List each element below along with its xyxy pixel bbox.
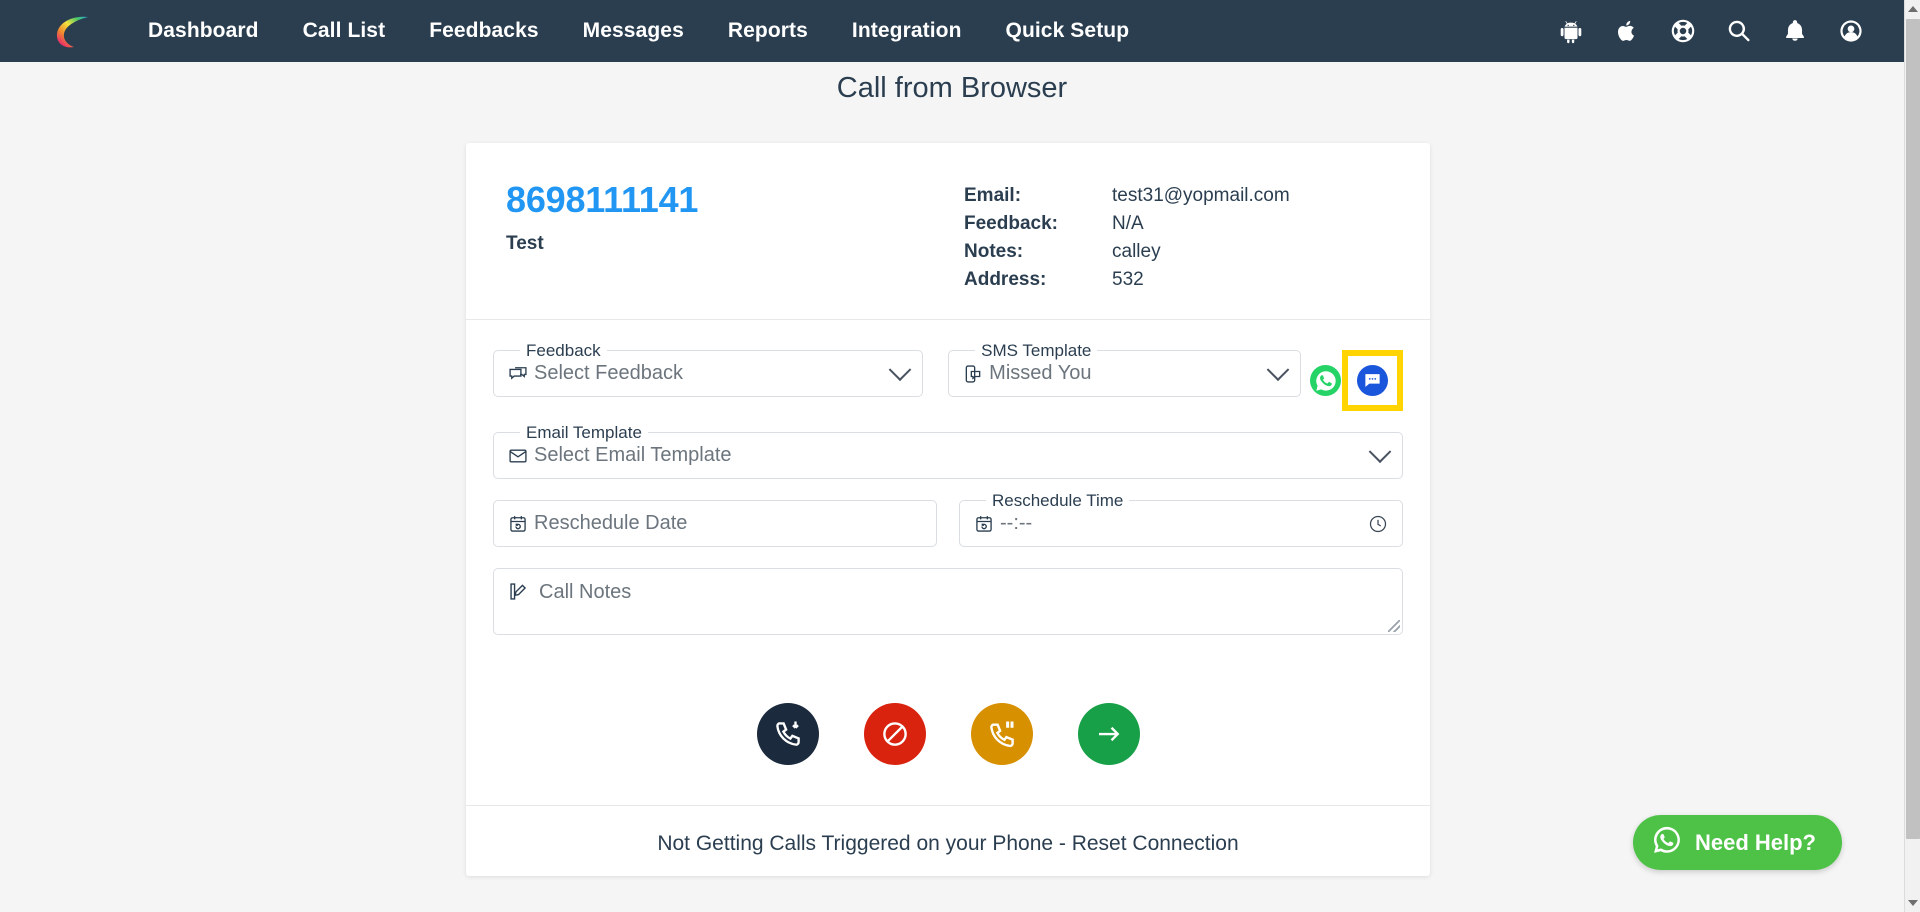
contact-details: Email: test31@yopmail.com Feedback: N/A …: [964, 179, 1290, 297]
callback-button[interactable]: [756, 703, 819, 765]
email-template-legend: Email Template: [520, 423, 648, 443]
form-row-4: Call Notes: [493, 568, 1403, 635]
calendar-refresh-icon: [508, 514, 528, 534]
chevron-down-icon[interactable]: [1266, 357, 1290, 381]
app-root: Dashboard Call List Feedbacks Messages R…: [0, 0, 1920, 912]
clock-icon[interactable]: [1368, 514, 1388, 534]
detail-row-email: Email: test31@yopmail.com: [964, 185, 1290, 207]
nav-icon-group: [1558, 18, 1904, 44]
detail-row-address: Address: 532: [964, 269, 1290, 291]
detail-label-notes: Notes:: [964, 241, 1024, 262]
detail-label-address: Address:: [964, 269, 1047, 290]
nav-link-integration[interactable]: Integration: [830, 19, 984, 43]
nav-link-dashboard[interactable]: Dashboard: [126, 19, 281, 43]
reject-call-button[interactable]: [863, 703, 926, 765]
nav-link-call-list[interactable]: Call List: [281, 19, 408, 43]
contact-header: 8698111141 Test Email: test31@yopmail.co…: [466, 143, 1430, 320]
call-action-buttons: [466, 667, 1430, 805]
contact-name: Test: [506, 233, 544, 255]
email-template-select[interactable]: Email Template Select Email Template: [493, 423, 1403, 479]
form-row-2: Email Template Select Email Template: [493, 423, 1403, 479]
detail-value-address: 532: [1112, 269, 1144, 290]
bell-notification-icon[interactable]: [1782, 18, 1808, 44]
detail-row-feedback: Feedback: N/A: [964, 213, 1290, 235]
scroll-up-arrow-icon[interactable]: [1905, 0, 1920, 18]
hold-call-button[interactable]: [970, 703, 1033, 765]
feedback-value: Select Feedback: [534, 362, 683, 384]
contact-primary: 8698111141 Test: [506, 179, 964, 297]
search-icon[interactable]: [1726, 18, 1752, 44]
feedback-comment-icon: [508, 364, 528, 384]
scrollbar-thumb[interactable]: [1906, 19, 1920, 839]
whatsapp-icon: [1651, 824, 1683, 861]
sms-template-value: Missed You: [989, 362, 1092, 384]
detail-label-feedback: Feedback:: [964, 213, 1058, 234]
sms-send-highlight: [1342, 350, 1403, 411]
calendar-refresh-icon: [974, 514, 994, 534]
nav-link-messages[interactable]: Messages: [561, 19, 706, 43]
detail-label-email: Email:: [964, 185, 1022, 206]
feedback-select[interactable]: Feedback Select Feedback: [493, 341, 924, 397]
reschedule-time-legend: Reschedule Time: [986, 491, 1130, 511]
user-account-icon[interactable]: [1838, 18, 1864, 44]
scroll-down-arrow-icon[interactable]: [1905, 894, 1920, 912]
detail-value-feedback: N/A: [1112, 213, 1144, 234]
textarea-resize-handle[interactable]: [1388, 620, 1400, 632]
send-buttons-group: [1310, 350, 1403, 411]
sms-send-button[interactable]: [1357, 365, 1388, 396]
calley-logo[interactable]: [52, 9, 96, 53]
nav-link-quick-setup[interactable]: Quick Setup: [984, 19, 1152, 43]
form-row-1: Feedback Select Feedback SMS Template Mi…: [493, 341, 1403, 411]
nav-link-feedbacks[interactable]: Feedbacks: [407, 19, 560, 43]
detail-value-notes: calley: [1112, 241, 1161, 262]
detail-value-email: test31@yopmail.com: [1112, 185, 1290, 206]
nav-links: Dashboard Call List Feedbacks Messages R…: [126, 19, 1151, 43]
need-help-whatsapp-widget[interactable]: Need Help?: [1632, 815, 1842, 870]
reschedule-date-input[interactable]: Reschedule Date: [493, 500, 937, 547]
reschedule-time-input[interactable]: Reschedule Time --:--: [959, 491, 1403, 547]
reset-connection-text[interactable]: Not Getting Calls Triggered on your Phon…: [466, 806, 1430, 876]
feedback-legend: Feedback: [520, 341, 607, 361]
apple-icon[interactable]: [1614, 18, 1640, 44]
life-ring-support-icon[interactable]: [1670, 18, 1696, 44]
sms-template-legend: SMS Template: [975, 341, 1098, 361]
chevron-down-icon[interactable]: [888, 357, 912, 381]
email-template-value: Select Email Template: [534, 444, 732, 466]
form-row-3: Reschedule Date Reschedule Time --:--: [493, 491, 1403, 547]
android-icon[interactable]: [1558, 18, 1584, 44]
phone-edit-icon: [508, 581, 529, 602]
next-call-button[interactable]: [1077, 703, 1140, 765]
contact-phone-number[interactable]: 8698111141: [506, 179, 964, 220]
call-notes-placeholder: Call Notes: [539, 581, 632, 603]
call-form: Feedback Select Feedback SMS Template Mi…: [466, 320, 1430, 667]
reschedule-date-placeholder: Reschedule Date: [534, 512, 688, 534]
top-navigation-bar: Dashboard Call List Feedbacks Messages R…: [0, 0, 1904, 62]
page-title: Call from Browser: [836, 72, 1068, 104]
detail-row-notes: Notes: calley: [964, 241, 1290, 263]
whatsapp-send-button[interactable]: [1310, 365, 1341, 396]
sms-device-icon: [963, 364, 983, 384]
call-from-browser-card: 8698111141 Test Email: test31@yopmail.co…: [466, 143, 1430, 876]
nav-link-reports[interactable]: Reports: [706, 19, 830, 43]
need-help-label: Need Help?: [1694, 829, 1816, 855]
chevron-down-icon[interactable]: [1368, 439, 1392, 463]
envelope-icon: [508, 446, 528, 466]
page-scrollbar[interactable]: [1904, 0, 1920, 912]
reschedule-time-value: --:--: [1000, 512, 1033, 534]
call-notes-textarea[interactable]: Call Notes: [493, 568, 1403, 635]
sms-template-select[interactable]: SMS Template Missed You: [948, 341, 1301, 397]
